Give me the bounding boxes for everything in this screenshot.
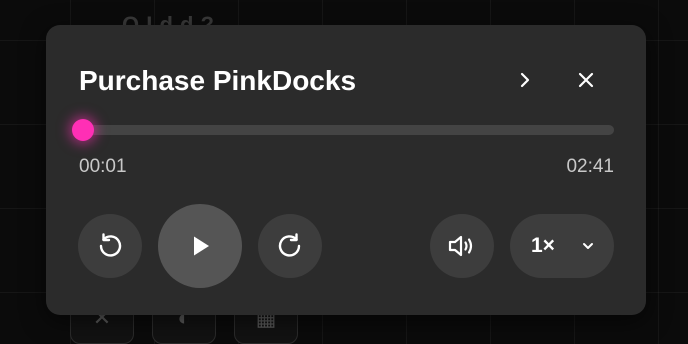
chevron-right-icon bbox=[520, 72, 530, 88]
progress-track[interactable] bbox=[71, 119, 614, 141]
play-button[interactable] bbox=[158, 204, 242, 288]
volume-button[interactable] bbox=[430, 214, 494, 278]
next-button[interactable] bbox=[508, 63, 542, 97]
forward-button[interactable] bbox=[258, 214, 322, 278]
forward-icon bbox=[278, 233, 301, 257]
playback-speed-select[interactable]: 1× bbox=[510, 214, 614, 278]
total-time: 02:41 bbox=[566, 156, 614, 177]
close-icon bbox=[578, 72, 594, 88]
current-time: 00:01 bbox=[79, 156, 127, 177]
player-title: Purchase PinkDocks bbox=[79, 65, 357, 96]
chevron-down-icon bbox=[583, 243, 593, 249]
play-icon bbox=[194, 236, 209, 256]
playback-speed-label: 1× bbox=[531, 234, 555, 257]
audio-player-card: Purchase PinkDocks 00:01 02:41 1× bbox=[46, 25, 646, 315]
background-heading: Q I d d ? bbox=[122, 12, 215, 26]
rewind-icon bbox=[99, 233, 122, 257]
rewind-button[interactable] bbox=[78, 214, 142, 278]
volume-icon bbox=[448, 235, 473, 257]
progress-thumb[interactable] bbox=[71, 119, 94, 141]
close-button[interactable] bbox=[569, 63, 603, 97]
